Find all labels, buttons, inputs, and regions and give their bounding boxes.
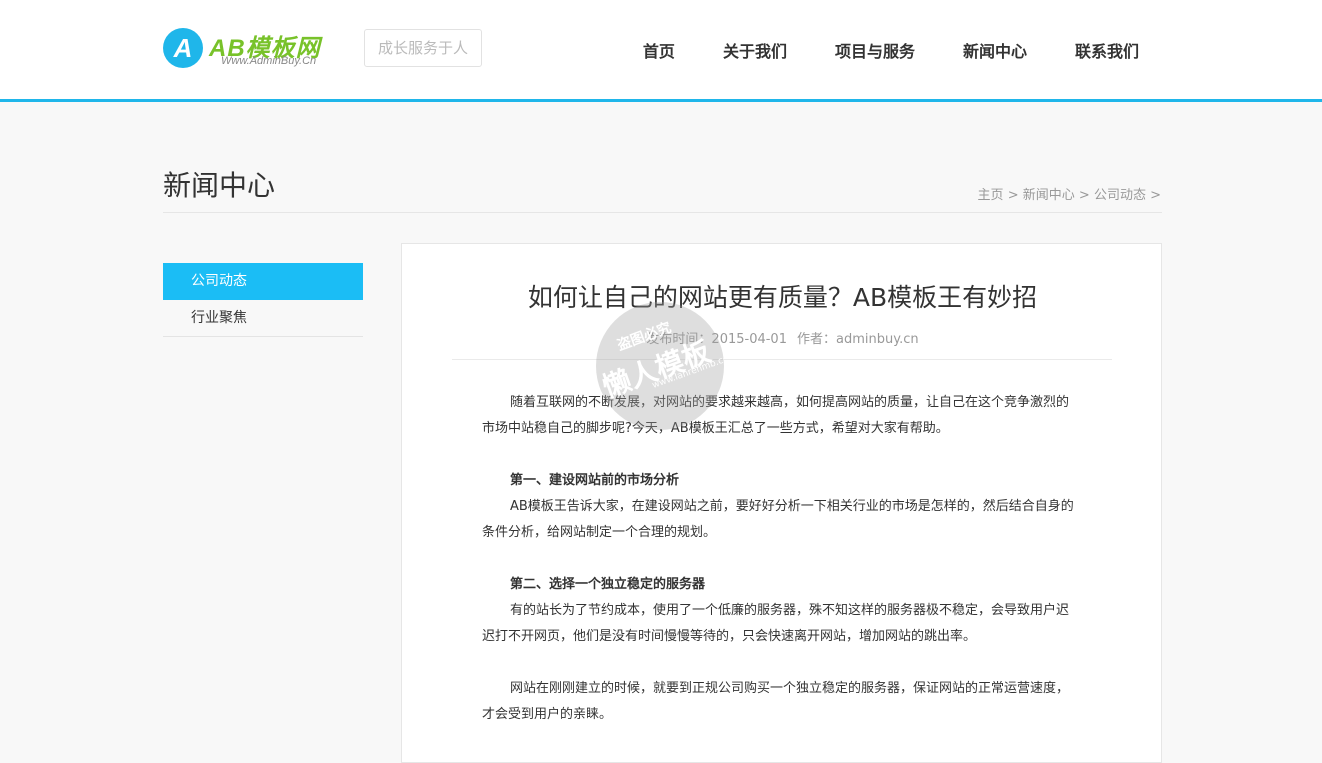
article-body: 随着互联网的不断发展，对网站的要求越来越高，如何提高网站的质量，让自己在这个竞争… bbox=[482, 390, 1078, 728]
article-author: adminbuy.cn bbox=[836, 332, 919, 347]
article-title: 如何让自己的网站更有质量？AB模板王有妙招 bbox=[527, 283, 1038, 312]
logo-badge-icon: A bbox=[163, 28, 203, 68]
logo-subtitle: Www.AdminBuy.Cn bbox=[221, 55, 317, 67]
breadcrumb-news[interactable]: 新闻中心 bbox=[1023, 188, 1075, 203]
sidebar: 公司动态 行业聚焦 bbox=[163, 263, 363, 337]
page-title: 新闻中心 bbox=[163, 169, 276, 202]
slogan-box: 成长服务于人 bbox=[364, 29, 482, 67]
article-heading: 第二、选择一个独立稳定的服务器 bbox=[510, 577, 706, 592]
breadcrumb-separator: > bbox=[1150, 188, 1161, 203]
meta-divider bbox=[452, 359, 1112, 360]
nav-item-home[interactable]: 首页 bbox=[643, 38, 675, 62]
article-paragraph: 网站在刚刚建立的时候，就要到正规公司购买一个独立稳定的服务器，保证网站的正常运营… bbox=[482, 681, 1070, 722]
breadcrumb: 主页 > 新闻中心 > 公司动态 > bbox=[978, 184, 1161, 203]
site-logo[interactable]: A AB模板网 Www.AdminBuy.Cn bbox=[163, 28, 343, 70]
article-heading: 第一、建设网站前的市场分析 bbox=[510, 473, 680, 488]
sidebar-item-company-news[interactable]: 公司动态 bbox=[163, 263, 363, 300]
breadcrumb-home[interactable]: 主页 bbox=[978, 188, 1004, 203]
nav-item-about[interactable]: 关于我们 bbox=[723, 38, 787, 62]
author-label: 作者： bbox=[796, 332, 836, 347]
title-divider bbox=[163, 212, 1162, 213]
breadcrumb-separator: > bbox=[1007, 188, 1019, 203]
watermark-stamp: 盗图必究 懒人模板 www.lanrenmb.com bbox=[596, 302, 724, 430]
article-paragraph: AB模板王告诉大家，在建设网站之前，要好好分析一下相关行业的市场是怎样的，然后结… bbox=[482, 499, 1074, 540]
nav-item-news[interactable]: 新闻中心 bbox=[963, 38, 1027, 62]
article-panel: 如何让自己的网站更有质量？AB模板王有妙招 发布时间：2015-04-01 作者：… bbox=[401, 243, 1162, 763]
breadcrumb-company-news[interactable]: 公司动态 bbox=[1094, 188, 1146, 203]
breadcrumb-separator: > bbox=[1078, 188, 1090, 203]
article-meta: 发布时间：2015-04-01 作者：adminbuy.cn bbox=[402, 328, 1163, 347]
nav-item-services[interactable]: 项目与服务 bbox=[835, 38, 915, 62]
site-header: A AB模板网 Www.AdminBuy.Cn 成长服务于人 首页 关于我们 项… bbox=[0, 0, 1322, 102]
nav-item-contact[interactable]: 联系我们 bbox=[1075, 38, 1139, 62]
article-date: 2015-04-01 bbox=[711, 332, 787, 347]
article-paragraph: 有的站长为了节约成本，使用了一个低廉的服务器，殊不知这样的服务器极不稳定，会导致… bbox=[482, 603, 1070, 644]
sidebar-item-industry-focus[interactable]: 行业聚焦 bbox=[163, 300, 363, 337]
main-nav: 首页 关于我们 项目与服务 新闻中心 联系我们 bbox=[595, 38, 1139, 62]
article-paragraph: 随着互联网的不断发展，对网站的要求越来越高，如何提高网站的质量，让自己在这个竞争… bbox=[482, 395, 1070, 436]
